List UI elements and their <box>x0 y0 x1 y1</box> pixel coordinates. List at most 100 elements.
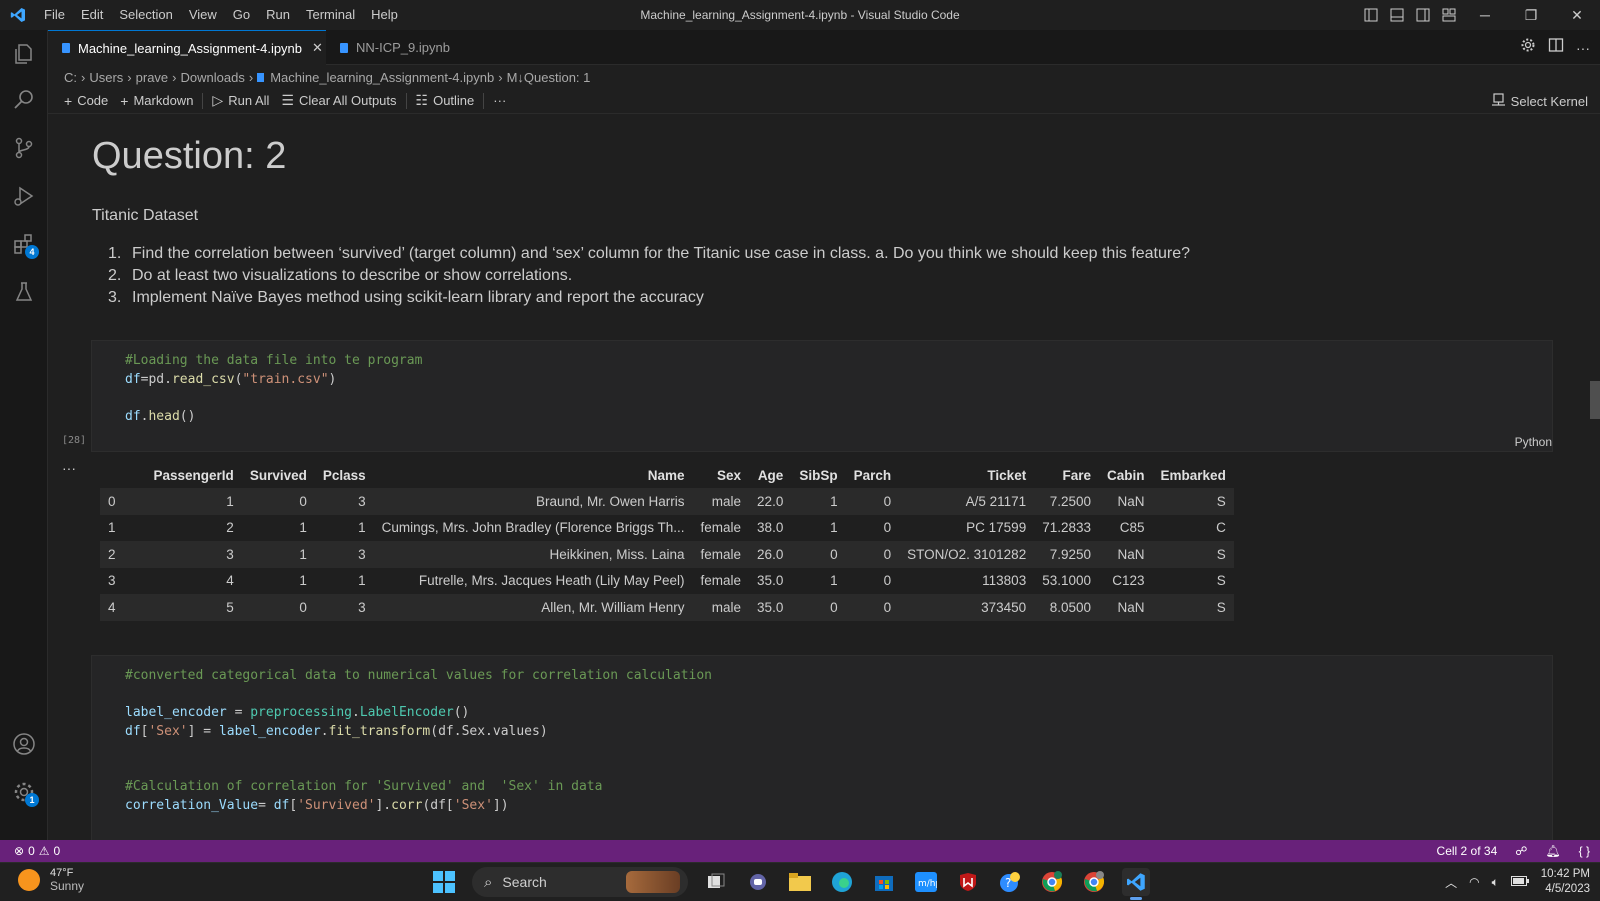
run-all-icon: ▷ <box>212 92 224 108</box>
add-markdown-cell-button[interactable]: + Markdown <box>114 90 199 112</box>
split-editor-icon[interactable] <box>1548 37 1564 58</box>
testing-icon[interactable] <box>0 268 48 316</box>
breadcrumb-prave[interactable]: prave <box>136 70 169 85</box>
edge-browser-icon[interactable] <box>828 868 856 896</box>
toggle-panel-icon[interactable] <box>1384 0 1410 30</box>
column-header: Survived <box>241 462 315 488</box>
battery-icon[interactable] <box>1510 875 1529 889</box>
taskbar-search[interactable]: ⌕ Search <box>472 867 688 897</box>
mcafee-icon[interactable] <box>954 868 982 896</box>
column-header: Age <box>749 462 792 488</box>
explorer-icon[interactable] <box>0 30 48 78</box>
weather-widget[interactable]: 47°F Sunny <box>18 867 84 893</box>
show-hidden-icons-chevron-icon[interactable]: ︿ <box>1445 874 1457 891</box>
menu-go[interactable]: Go <box>225 0 258 30</box>
code-editor[interactable]: #Loading the data file into te program d… <box>125 352 422 426</box>
toggle-secondary-sidebar-icon[interactable] <box>1410 0 1436 30</box>
outline-button[interactable]: ☷ Outline <box>410 90 481 112</box>
search-highlight-image <box>626 871 680 893</box>
breadcrumb-drive[interactable]: C: <box>64 70 77 85</box>
notifications-bell-icon[interactable]: 🔔︎ <box>1545 844 1560 858</box>
copilot-icon[interactable]: { } <box>1579 844 1590 858</box>
activity-bar: 4 1 <box>0 30 48 840</box>
menu-file[interactable]: File <box>36 0 73 30</box>
chrome-profile-m-icon[interactable] <box>1038 868 1066 896</box>
column-header: Pclass <box>314 462 374 488</box>
vscode-taskbar-icon[interactable] <box>1122 868 1150 900</box>
wifi-icon[interactable]: ◠ <box>1469 875 1479 889</box>
microsoft-store-icon[interactable] <box>870 868 898 896</box>
accounts-icon[interactable] <box>0 720 48 768</box>
toolbar-divider <box>483 92 485 109</box>
table-row: 2 3 1 3 Heikkinen, Miss. Laina female 26.0 0 0 ST… <box>100 541 1234 568</box>
svg-text:m/hp: m/hp <box>918 879 937 889</box>
taskbar-clock[interactable]: 10:42 PM 4/5/2023 <box>1541 867 1590 897</box>
code-cell-2[interactable]: #converted categorical data to numerical… <box>91 655 1553 840</box>
feedback-icon[interactable]: ☍ <box>1515 844 1527 858</box>
column-header: Fare <box>1034 462 1100 488</box>
hp-app-icon[interactable]: m/hp <box>912 868 940 896</box>
sun-icon <box>18 869 40 891</box>
notebook-file-icon <box>340 42 348 53</box>
select-kernel-button[interactable]: Select Kernel <box>1491 88 1588 114</box>
teams-chat-icon[interactable] <box>744 868 772 896</box>
warning-count: 0 <box>53 844 61 858</box>
search-icon: ⌕ <box>484 873 493 891</box>
tab-nn-icp-9[interactable]: NN-ICP_9.ipynb <box>326 30 476 65</box>
cell-language-label[interactable]: Python <box>1515 435 1552 449</box>
restore-icon[interactable]: ❐ <box>1508 0 1554 30</box>
source-control-icon[interactable] <box>0 124 48 172</box>
minimize-icon[interactable]: ─ <box>1462 0 1508 30</box>
toolbar-more-button[interactable]: ··· <box>487 90 512 112</box>
windows-start-icon[interactable] <box>430 868 458 896</box>
notebook-editor[interactable]: Question: 2 Titanic Dataset 1. Find the c… <box>48 115 1600 840</box>
customize-layout-icon[interactable] <box>1436 0 1462 30</box>
menu-help[interactable]: Help <box>363 0 406 30</box>
run-all-button[interactable]: ▷ Run All <box>206 90 275 112</box>
menu-selection[interactable]: Selection <box>111 0 180 30</box>
menu-terminal[interactable]: Terminal <box>298 0 363 30</box>
chevron-right-icon: › <box>81 69 86 85</box>
code-cell-1[interactable]: #Loading the data file into te program d… <box>91 340 1553 452</box>
run-all-label: Run All <box>228 93 270 108</box>
menu-bar: File Edit Selection View Go Run Terminal… <box>36 0 406 30</box>
add-code-cell-button[interactable]: + Code <box>58 90 114 112</box>
problems-status[interactable]: ⊗ 0 ⚠ 0 <box>0 844 60 858</box>
execution-count: [28] <box>62 435 87 446</box>
outline-label: Outline <box>433 93 475 108</box>
get-help-icon[interactable]: ? <box>996 868 1024 896</box>
vscode-logo-icon[interactable] <box>0 0 36 30</box>
column-header: Embarked <box>1152 462 1234 488</box>
more-actions-icon[interactable]: ··· <box>1576 40 1590 56</box>
breadcrumb-file[interactable]: Machine_learning_Assignment-4.ipynb <box>270 70 494 85</box>
clear-all-outputs-button[interactable]: ☰ Clear All Outputs <box>275 90 402 112</box>
volume-icon[interactable]: 🔈︎ <box>1492 875 1499 890</box>
column-header: Cabin <box>1099 462 1153 488</box>
menu-run[interactable]: Run <box>258 0 298 30</box>
manage-gear-icon[interactable]: 1 <box>0 768 48 816</box>
notebook-settings-icon[interactable] <box>1520 37 1536 58</box>
cell-position[interactable]: Cell 2 of 34 <box>1437 844 1498 858</box>
editor-scrollbar-thumb[interactable] <box>1590 381 1600 419</box>
close-window-icon[interactable]: ✕ <box>1554 0 1600 30</box>
menu-view[interactable]: View <box>181 0 225 30</box>
file-explorer-icon[interactable] <box>786 868 814 896</box>
extensions-icon[interactable]: 4 <box>0 220 48 268</box>
output-more-icon[interactable]: ··· <box>62 460 76 476</box>
markdown-question-list: 1. Find the correlation between ‘survived… <box>108 243 1190 309</box>
tab-machine-learning-assignment[interactable]: Machine_learning_Assignment-4.ipynb ✕ <box>48 30 326 65</box>
error-icon: ⊗ <box>14 844 25 858</box>
tab-close-icon[interactable]: ✕ <box>312 40 323 56</box>
list-item: 1. Find the correlation between ‘survived… <box>108 245 1191 262</box>
toggle-primary-sidebar-icon[interactable] <box>1358 0 1384 30</box>
code-editor[interactable]: #converted categorical data to numerical… <box>125 667 712 815</box>
column-header: Ticket <box>899 462 1035 488</box>
task-view-icon[interactable] <box>702 868 730 896</box>
chrome-browser-icon[interactable] <box>1080 868 1108 896</box>
breadcrumb-downloads[interactable]: Downloads <box>181 70 245 85</box>
breadcrumb-users[interactable]: Users <box>89 70 123 85</box>
run-debug-icon[interactable] <box>0 172 48 220</box>
menu-edit[interactable]: Edit <box>73 0 111 30</box>
search-icon[interactable] <box>0 76 48 124</box>
breadcrumb-section[interactable]: M↓Question: 1 <box>507 70 591 85</box>
